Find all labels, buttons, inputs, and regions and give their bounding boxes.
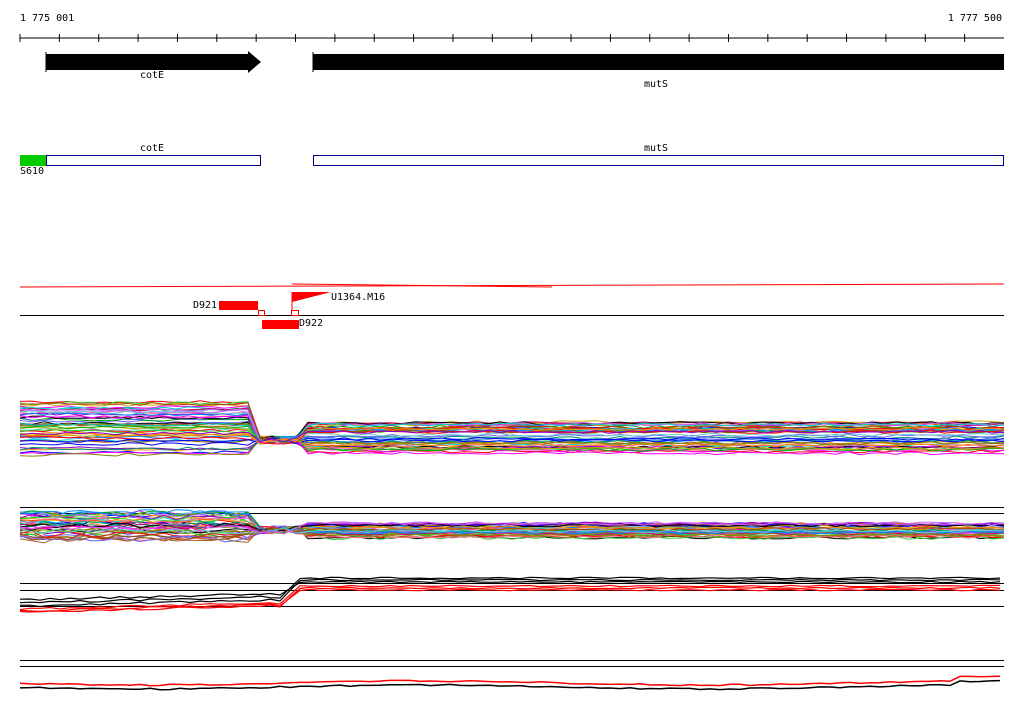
coordinate-ruler — [19, 34, 1004, 42]
segment-u1364-m16[interactable] — [292, 292, 331, 302]
gene-track — [45, 51, 1004, 73]
genome-browser-canvas[interactable] — [0, 0, 1024, 714]
cds-box-cote[interactable] — [46, 155, 261, 166]
annotation-track — [20, 155, 1004, 166]
expression-track-3[interactable] — [19, 576, 1004, 613]
expression-track-2[interactable] — [19, 507, 1005, 544]
segment-track — [19, 283, 1005, 329]
expression-track-1[interactable] — [19, 400, 1005, 457]
segment-d921[interactable] — [219, 301, 258, 310]
gene-arrow-cote[interactable] — [46, 51, 261, 73]
segment-d922[interactable] — [262, 320, 299, 329]
gene-arrow-muts[interactable] — [313, 54, 1004, 70]
expression-track-4[interactable] — [19, 660, 1004, 691]
promoter-s610[interactable] — [20, 155, 46, 166]
cds-box-muts[interactable] — [313, 155, 1004, 166]
